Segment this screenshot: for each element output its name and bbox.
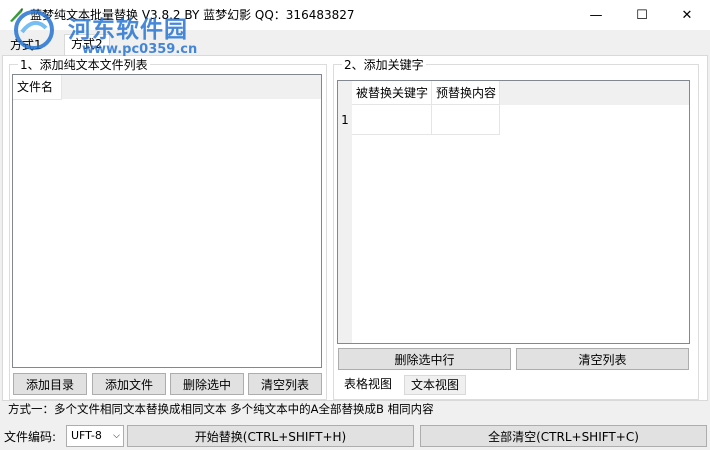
file-list-group-title: 1、添加纯文本文件列表 xyxy=(18,56,150,73)
clear-file-list-button[interactable]: 清空列表 xyxy=(248,373,322,395)
file-list[interactable]: 文件名 xyxy=(12,74,322,368)
delete-selected-button[interactable]: 删除选中 xyxy=(170,373,244,395)
column-header-filename[interactable]: 文件名 xyxy=(13,75,62,100)
mode-description: 方式一：多个文件相同文本替换成相同文本 多个纯文本中的A全部替换成B 相同内容 xyxy=(8,402,434,416)
app-icon xyxy=(10,8,23,22)
close-button[interactable]: ✕ xyxy=(664,0,710,30)
column-header-replacement-content[interactable]: 预替换内容 xyxy=(432,81,500,105)
keyword-grid[interactable]: 被替换关键字 预替换内容 1 xyxy=(337,80,690,344)
add-directory-button[interactable]: 添加目录 xyxy=(13,373,87,395)
file-list-header: 文件名 xyxy=(13,75,321,100)
grid-cell-replacement[interactable] xyxy=(432,105,500,135)
keyword-group-title: 2、添加关键字 xyxy=(342,56,426,73)
encoding-label: 文件编码: xyxy=(4,430,57,444)
tab-mode1[interactable]: 方式1 xyxy=(4,36,48,54)
grid-row-header xyxy=(338,105,352,343)
maximize-button[interactable]: ☐ xyxy=(619,0,665,30)
add-file-button[interactable]: 添加文件 xyxy=(92,373,166,395)
column-header-replaced-keyword[interactable]: 被替换关键字 xyxy=(352,81,432,105)
grid-corner xyxy=(338,81,352,105)
clear-keyword-list-button[interactable]: 清空列表 xyxy=(516,348,689,370)
encoding-select[interactable]: UFT-8 ⌵ xyxy=(66,425,124,447)
window-title: 蓝梦纯文本批量替换 V3.8.2 BY 蓝梦幻影 QQ：316483827 xyxy=(30,8,355,22)
encoding-value: UFT-8 xyxy=(71,429,102,442)
tab-table-view[interactable]: 表格视图 xyxy=(338,375,398,393)
grid-cell-keyword[interactable] xyxy=(352,105,432,135)
tab-text-view[interactable]: 文本视图 xyxy=(404,375,467,395)
start-replace-button[interactable]: 开始替换(CTRL+SHIFT+H) xyxy=(127,425,414,447)
row-number: 1 xyxy=(341,113,349,127)
minimize-button[interactable]: — xyxy=(573,0,619,30)
chevron-down-icon: ⌵ xyxy=(113,431,120,441)
tab-mode2[interactable]: 方式2 xyxy=(64,34,110,56)
title-bar: 蓝梦纯文本批量替换 V3.8.2 BY 蓝梦幻影 QQ：316483827 — … xyxy=(0,0,710,30)
delete-selected-row-button[interactable]: 删除选中行 xyxy=(338,348,511,370)
clear-all-button[interactable]: 全部清空(CTRL+SHIFT+C) xyxy=(420,425,707,447)
